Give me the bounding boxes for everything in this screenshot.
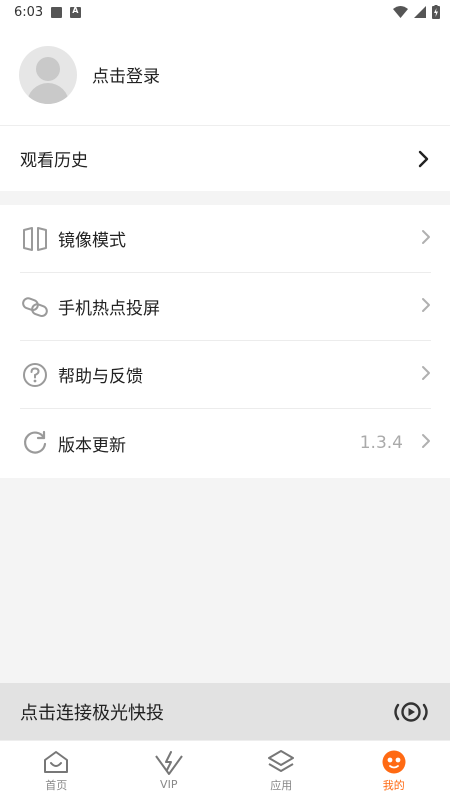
font-notification-icon (70, 6, 82, 18)
watch-history-row[interactable]: 观看历史 (0, 125, 450, 191)
menu-item-label: 版本更新 (58, 435, 126, 456)
tab-home[interactable]: 首页 (0, 741, 113, 800)
battery-icon (432, 5, 440, 19)
wifi-icon (393, 6, 408, 18)
avatar[interactable] (19, 45, 77, 104)
vip-icon (154, 751, 183, 775)
help-icon (20, 360, 50, 390)
connect-label: 点击连接极光快投 (20, 702, 164, 724)
menu-item-mirror-mode[interactable]: 镜像模式 (20, 205, 431, 273)
tab-label: VIP (160, 778, 178, 791)
menu-item-label: 镜像模式 (58, 231, 126, 251)
profile-header[interactable]: 点击登录 (0, 24, 450, 125)
chevron-right-icon (418, 150, 430, 168)
chevron-right-icon (421, 229, 431, 249)
refresh-icon (20, 428, 50, 458)
home-icon (44, 750, 69, 773)
tab-label: 我的 (382, 778, 405, 792)
login-label[interactable]: 点击登录 (92, 62, 160, 87)
tab-vip[interactable]: VIP (113, 741, 226, 800)
version-number: 1.3.4 (359, 433, 403, 453)
signal-icon (414, 6, 426, 18)
menu-item-label: 帮助与反馈 (58, 367, 143, 387)
link-icon (20, 292, 50, 322)
chevron-right-icon (421, 433, 431, 453)
chevron-right-icon (421, 365, 431, 385)
mirror-icon (20, 224, 50, 254)
chevron-right-icon (421, 297, 431, 317)
tab-mine[interactable]: 我的 (338, 741, 450, 800)
face-icon (382, 750, 406, 773)
menu-item-version-update[interactable]: 版本更新 1.3.4 (20, 409, 431, 477)
menu-item-hotspot-cast[interactable]: 手机热点投屏 (20, 273, 431, 341)
tab-label: 应用 (270, 778, 293, 792)
menu-item-label: 手机热点投屏 (58, 299, 160, 319)
tab-apps[interactable]: 应用 (225, 741, 338, 800)
bottom-tab-bar: 首页 VIP 应用 我的 (0, 740, 450, 800)
status-bar: 6:03 (0, 0, 450, 24)
layers-icon (268, 749, 295, 772)
tab-label: 首页 (45, 778, 68, 792)
menu-item-help-feedback[interactable]: 帮助与反馈 (20, 341, 431, 409)
connect-bar[interactable]: 点击连接极光快投 (0, 683, 450, 740)
image-notification-icon (51, 6, 63, 18)
cast-play-icon[interactable] (392, 700, 430, 724)
watch-history-label: 观看历史 (20, 151, 88, 171)
settings-menu: 镜像模式 手机热点投屏 帮助与反馈 版本更新 1.3.4 (0, 205, 450, 478)
status-time: 6:03 (14, 4, 44, 20)
